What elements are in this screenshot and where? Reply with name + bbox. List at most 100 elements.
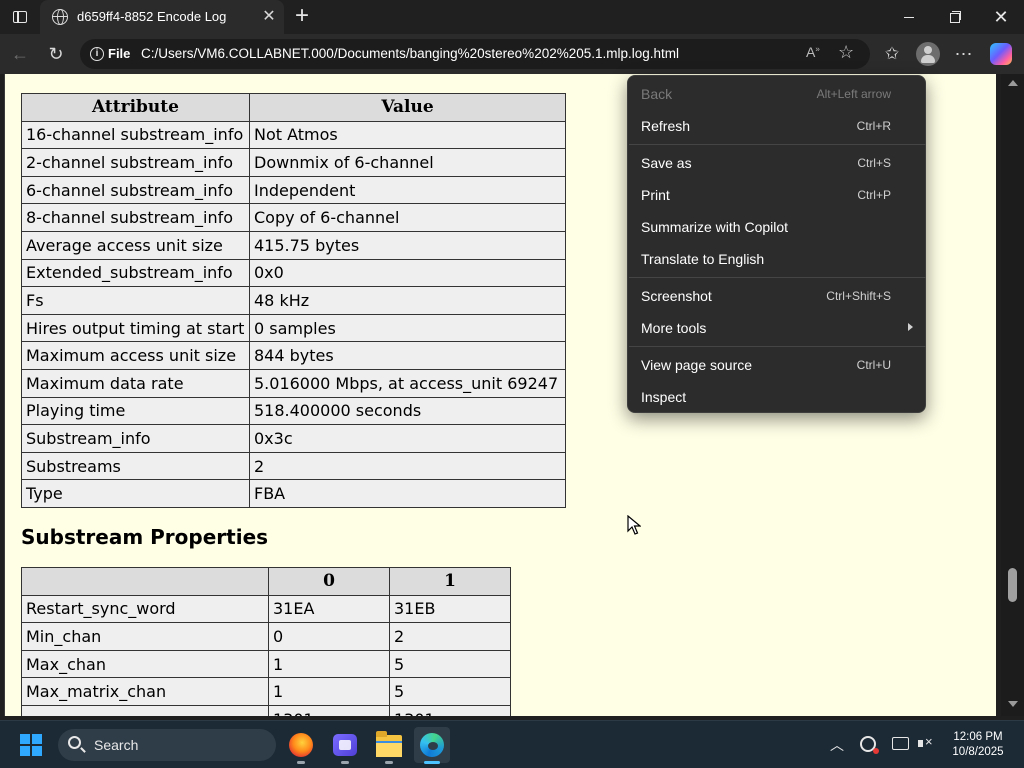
table-row: Playing time 518.400000 seconds xyxy=(21,396,566,426)
back-arrow-icon[interactable]: ← xyxy=(8,42,32,66)
browser-toolbar: ← ↻ i File C:/Users/VM6.COLLABNET.000/Do… xyxy=(0,34,1024,74)
favorites-icon[interactable]: ✩ xyxy=(880,42,904,66)
title-bar: d659ff4-8852 Encode Log ✕ + ✕ xyxy=(0,0,1024,34)
taskbar: Search ︿ 12:06 PM 10/8/2025 xyxy=(0,720,1024,768)
menu-item-summarize-with-copilot[interactable]: Summarize with Copilot xyxy=(628,211,925,243)
menu-item-shortcut: Ctrl+Shift+S xyxy=(826,289,891,303)
info-icon[interactable]: i xyxy=(90,47,104,61)
more-options-icon[interactable]: ⋯ xyxy=(952,42,976,66)
menu-item-shortcut: Ctrl+S xyxy=(857,156,891,170)
menu-item-shortcut: Ctrl+U xyxy=(856,358,891,372)
table-header-row: Attribute Value xyxy=(21,93,566,122)
attribute-cell: 16-channel substream_info xyxy=(21,120,250,150)
copilot-icon[interactable] xyxy=(990,43,1012,65)
menu-item-back: Back Alt+Left arrow xyxy=(628,78,925,110)
menu-item-label: More tools xyxy=(641,320,707,336)
refresh-icon[interactable]: ↻ xyxy=(44,42,68,66)
firefox-taskbar-icon[interactable] xyxy=(283,727,319,764)
value-cell: 844 bytes xyxy=(249,341,566,370)
scroll-up-arrow-icon[interactable] xyxy=(1008,80,1018,86)
menu-item-label: Back xyxy=(641,86,673,102)
scroll-down-arrow-icon[interactable] xyxy=(1008,701,1018,707)
value-cell: 31EB xyxy=(389,594,511,624)
favorite-star-icon[interactable]: ☆ xyxy=(838,42,854,63)
substream-properties-table: 0 1 Restart_sync_word 31EA 31EB Min_chan 0 2… xyxy=(21,567,511,716)
menu-item-label: Summarize with Copilot xyxy=(641,219,789,235)
scrollbar-thumb[interactable] xyxy=(1008,568,1017,602)
value-cell: 5 xyxy=(389,677,511,706)
value-cell: Downmix of 6-channel xyxy=(249,148,566,177)
attribute-cell: Fs xyxy=(21,286,250,315)
volume-muted-icon[interactable] xyxy=(918,734,936,752)
menu-item-refresh[interactable]: Refresh Ctrl+R xyxy=(628,110,925,142)
menu-item-shortcut: Ctrl+R xyxy=(856,119,891,133)
close-window-button[interactable]: ✕ xyxy=(978,0,1024,34)
menu-item-print[interactable]: Print Ctrl+P xyxy=(628,179,925,211)
sync-status-icon[interactable] xyxy=(860,736,879,754)
url-text[interactable]: C:/Users/VM6.COLLABNET.000/Documents/ban… xyxy=(141,46,679,61)
value-cell: 5.016000 Mbps, at access_unit 69247 xyxy=(249,368,566,398)
menu-item-translate[interactable]: Translate to English xyxy=(628,243,925,275)
address-scheme-label: File xyxy=(108,46,131,61)
file-explorer-taskbar-icon[interactable] xyxy=(371,727,407,764)
column-header xyxy=(21,567,269,596)
network-icon[interactable] xyxy=(892,737,909,750)
attribute-table: Attribute Value 16-channel substream_inf… xyxy=(21,93,566,508)
table-row: Max_chan 1 5 xyxy=(21,649,511,679)
search-label: Search xyxy=(94,737,139,753)
tab-actions-icon[interactable] xyxy=(8,6,32,28)
close-tab-icon[interactable]: ✕ xyxy=(260,7,278,27)
column-header: Value xyxy=(249,93,566,122)
value-cell: 0x3c xyxy=(249,424,566,453)
table-row: Average access unit size 415.75 bytes xyxy=(21,230,566,260)
value-cell: 1 xyxy=(268,649,390,679)
edge-taskbar-icon[interactable] xyxy=(414,727,450,764)
column-header: Attribute xyxy=(21,93,250,122)
clock-date: 10/8/2025 xyxy=(952,746,1004,758)
minimize-button[interactable] xyxy=(886,0,932,34)
profile-avatar[interactable] xyxy=(916,42,940,66)
attribute-cell: Hires output timing at start xyxy=(21,313,250,343)
menu-item-more-tools[interactable]: More tools xyxy=(628,312,925,344)
show-hidden-icons-chevron-icon[interactable]: ︿ xyxy=(830,735,844,755)
menu-item-label: Save as xyxy=(641,155,692,171)
page-scrollbar[interactable] xyxy=(1001,74,1024,716)
menu-item-save-as[interactable]: Save as Ctrl+S xyxy=(628,147,925,179)
menu-item-label: Translate to English xyxy=(641,251,765,267)
taskbar-search-box[interactable]: Search xyxy=(58,729,276,761)
property-cell: Min_chan xyxy=(21,622,269,651)
globe-icon xyxy=(52,9,68,25)
table-row: Substream_info 0x3c xyxy=(21,424,566,453)
column-header: 0 xyxy=(268,567,390,596)
system-clock[interactable]: 12:06 PM 10/8/2025 xyxy=(940,730,1016,760)
mouse-cursor-icon xyxy=(627,515,641,535)
property-cell xyxy=(21,704,269,716)
windows-start-icon[interactable] xyxy=(20,734,42,756)
meeting-app-taskbar-icon[interactable] xyxy=(327,727,363,764)
menu-item-shortcut: Alt+Left arrow xyxy=(816,87,891,101)
attribute-cell: Average access unit size xyxy=(21,230,250,260)
attribute-cell: 6-channel substream_info xyxy=(21,175,250,205)
search-icon xyxy=(68,736,81,749)
table-header-row: 0 1 xyxy=(21,567,511,596)
menu-item-screenshot[interactable]: Screenshot Ctrl+Shift+S xyxy=(628,280,925,312)
table-row: Type FBA xyxy=(21,479,566,508)
table-row: Maximum access unit size 844 bytes xyxy=(21,341,566,370)
column-header: 1 xyxy=(389,567,511,596)
tab-title: d659ff4-8852 Encode Log xyxy=(77,9,227,24)
value-cell: FBA xyxy=(249,479,566,508)
address-bar[interactable]: i File C:/Users/VM6.COLLABNET.000/Docume… xyxy=(80,39,870,69)
new-tab-button[interactable]: + xyxy=(290,4,314,28)
menu-item-inspect[interactable]: Inspect xyxy=(628,381,925,413)
table-row: Min_chan 0 2 xyxy=(21,622,511,651)
table-row: Maximum data rate 5.016000 Mbps, at acces… xyxy=(21,368,566,398)
read-aloud-icon[interactable]: A» xyxy=(806,44,820,60)
browser-tab[interactable]: d659ff4-8852 Encode Log ✕ xyxy=(40,0,284,34)
context-menu: Back Alt+Left arrow Refresh Ctrl+R Save … xyxy=(627,75,926,413)
restore-button[interactable] xyxy=(932,0,978,34)
menu-separator xyxy=(629,277,926,278)
value-cell: Not Atmos xyxy=(249,120,566,150)
menu-item-view-page-source[interactable]: View page source Ctrl+U xyxy=(628,349,925,381)
attribute-cell: Playing time xyxy=(21,396,250,426)
table-row: Max_matrix_chan 1 5 xyxy=(21,677,511,706)
